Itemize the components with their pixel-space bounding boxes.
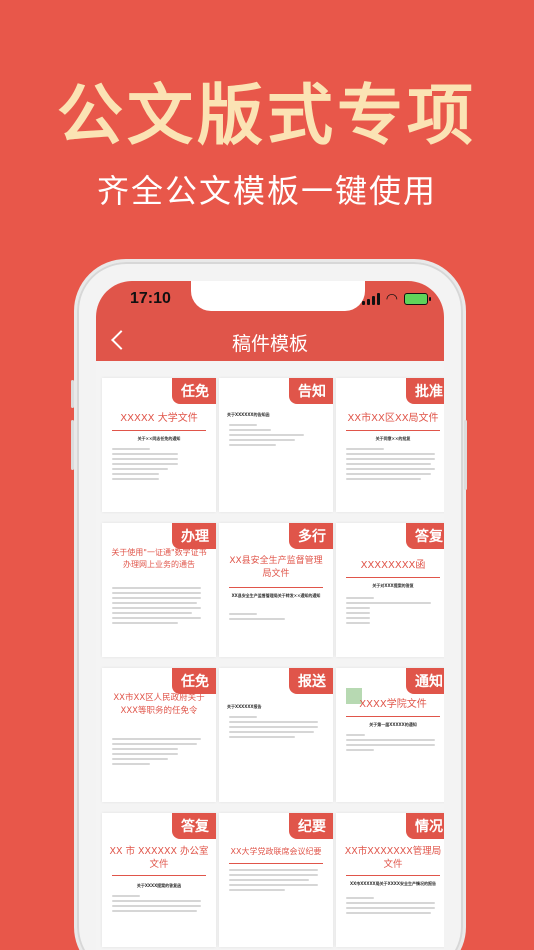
card-heading: XXXXX 大学文件 [120, 413, 198, 424]
red-rule [229, 863, 323, 864]
template-card[interactable]: 告知 关于XXXXXX的告知函 [219, 378, 333, 512]
card-heading: XX县安全生产监督管理局文件 [229, 556, 323, 579]
template-card[interactable]: 任免 XX市XX区人民政府关于XXX等职务的任免令 [102, 668, 216, 802]
card-subheading: XX市XXXXX局关于XXXX安全生产情况的报告 [350, 881, 436, 886]
template-card[interactable]: 答复 XXXXXXXX函 关于对XXX提案的答复 [336, 523, 444, 657]
card-tag: 答复 [172, 813, 216, 839]
card-tag: 答复 [406, 523, 444, 549]
card-subheading: 关于××同志任免的通知 [137, 436, 181, 441]
card-heading: XX市XXXXXXX管理局文件 [344, 846, 442, 870]
text-lines [112, 587, 206, 627]
card-tag: 告知 [289, 378, 333, 404]
notch [191, 281, 365, 311]
card-subheading: 关于XXXXXX报告 [227, 704, 262, 709]
text-lines [229, 424, 323, 449]
card-subheading: 关于同意××的批复 [375, 436, 411, 441]
red-rule [346, 430, 440, 431]
template-card[interactable]: 纪要 XX大学党政联席会议纪要 [219, 813, 333, 947]
card-subheading: 关于第一届XXXXX的通知 [369, 722, 417, 727]
text-lines [346, 597, 440, 627]
text-lines [229, 869, 323, 894]
card-subheading: 关于对XXX提案的答复 [372, 583, 414, 588]
template-card[interactable]: 通知 XXXX学院文件 关于第一届XXXXX的通知 [336, 668, 444, 802]
card-tag: 多行 [289, 523, 333, 549]
template-card[interactable]: 报送 关于XXXXXX报告 [219, 668, 333, 802]
text-lines [346, 734, 440, 754]
nav-title: 稿件模板 [231, 333, 308, 355]
template-card[interactable]: 任免 XXXXX 大学文件 关于××同志任免的通知 [102, 378, 216, 512]
template-card[interactable]: 多行 XX县安全生产监督管理局文件 XX县安全生产监督管理局关于转发××通知的通… [219, 523, 333, 657]
red-rule [346, 875, 440, 876]
card-heading: XXXXXXXX函 [360, 560, 426, 571]
wifi-icon: ◠ [385, 291, 398, 307]
card-heading: XX市XX区人民政府关于XXX等职务的任免令 [113, 693, 205, 716]
text-lines [346, 897, 440, 917]
card-subheading: 关于XXXX提案的答复函 [136, 883, 182, 888]
template-grid: 任免 XXXXX 大学文件 关于××同志任免的通知 告知 关于XXXXXX的告知… [96, 361, 444, 950]
card-tag: 报送 [289, 668, 333, 694]
text-lines [229, 613, 323, 623]
card-tag: 通知 [406, 668, 444, 694]
red-rule [346, 577, 440, 578]
red-rule [229, 587, 323, 588]
status-time: 17:10 [130, 290, 171, 307]
card-tag: 任免 [172, 378, 216, 404]
side-button [464, 420, 467, 490]
text-lines [112, 448, 206, 483]
phone-screen: 17:10 ◠ 稿件模板 任免 XXXXX 大学文件 关于××同志任免的通知 告… [96, 281, 444, 950]
template-card[interactable]: 批准 XX市XX区XX局文件 关于同意××的批复 [336, 378, 444, 512]
card-tag: 情况 [406, 813, 444, 839]
text-lines [112, 895, 206, 915]
card-tag: 纪要 [289, 813, 333, 839]
card-heading: 关于使用"一证通"数字证书办理网上业务的通告 [111, 548, 207, 569]
card-heading: XX大学党政联席会议纪要 [230, 847, 322, 856]
card-subheading: XX县安全生产监督管理局关于转发××通知的通知 [231, 593, 321, 598]
phone-frame: 17:10 ◠ 稿件模板 任免 XXXXX 大学文件 关于××同志任免的通知 告… [74, 259, 466, 950]
text-lines [112, 738, 206, 768]
text-lines [346, 448, 440, 483]
side-button [71, 420, 74, 470]
red-rule [112, 875, 206, 876]
signal-icon [361, 293, 380, 305]
card-heading: XX 市 XXXXXX 办公室文件 [109, 846, 209, 870]
top-bar: 17:10 ◠ 稿件模板 [96, 281, 444, 361]
card-heading: XX市XX区XX局文件 [347, 413, 439, 424]
battery-icon [404, 293, 431, 305]
hero-title: 公文版式专项 [57, 77, 477, 154]
template-card[interactable]: 答复 XX 市 XXXXXX 办公室文件 关于XXXX提案的答复函 [102, 813, 216, 947]
side-button [71, 380, 74, 408]
card-heading: XXXX学院文件 [359, 699, 427, 710]
template-card[interactable]: 办理 关于使用"一证通"数字证书办理网上业务的通告 [102, 523, 216, 657]
red-rule [346, 716, 440, 717]
status-icons: ◠ [361, 291, 431, 307]
template-card[interactable]: 情况 XX市XXXXXXX管理局文件 XX市XXXXX局关于XXXX安全生产情况… [336, 813, 444, 947]
card-tag: 任免 [172, 668, 216, 694]
card-subheading: 关于XXXXXX的告知函 [227, 412, 270, 417]
card-tag: 批准 [406, 378, 444, 404]
red-rule [112, 430, 206, 431]
text-lines [229, 716, 323, 741]
card-tag: 办理 [172, 523, 216, 549]
hero-subtitle: 齐全公文模板一键使用 [96, 172, 437, 210]
